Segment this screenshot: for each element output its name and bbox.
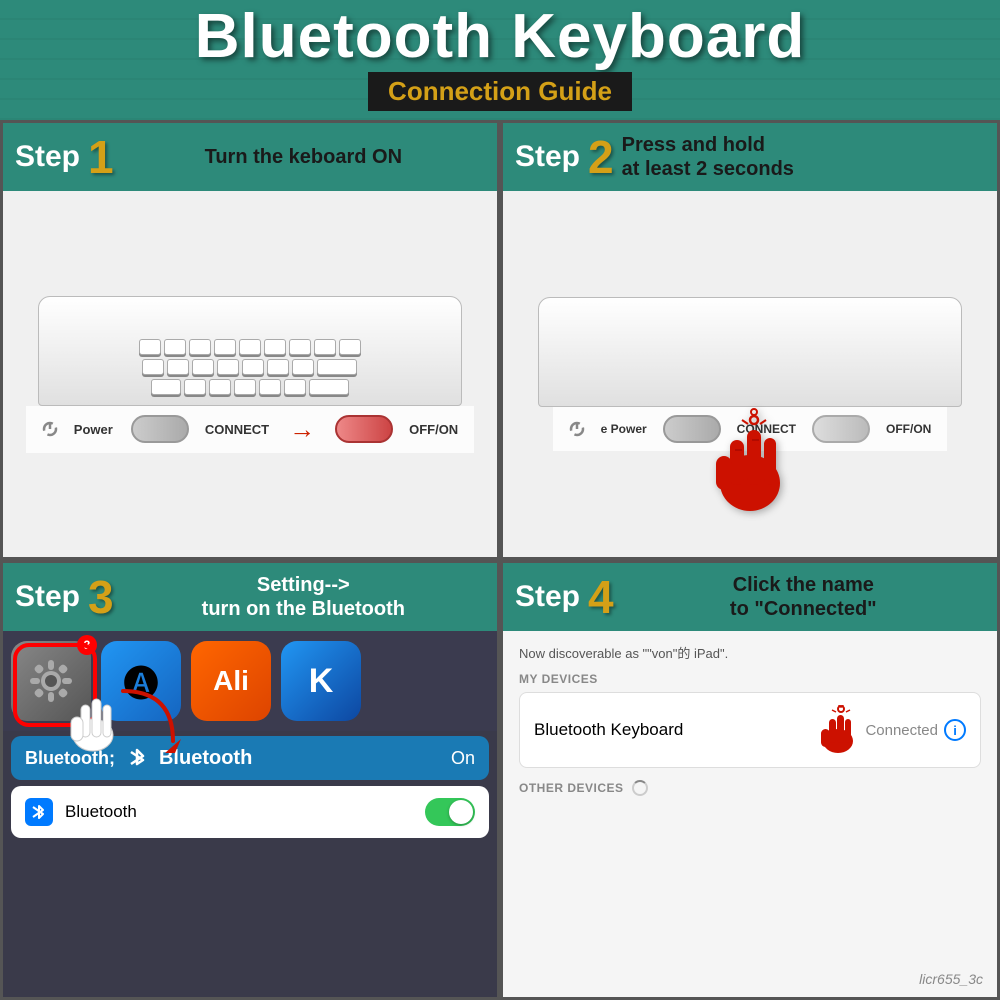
power-label: Power [74,422,113,437]
key [214,339,236,355]
step1-label: Step [15,140,80,174]
step4-desc: Click the name to "Connected" [622,573,985,621]
step1-desc: Turn the keboard ON [122,145,485,169]
power-icon-2 [569,421,585,437]
steps-grid: Step 1 Turn the keboard ON [0,120,1000,1000]
connect-label: CONNECT [205,422,269,437]
bluetooth-settings-row: Bluetooth [11,786,489,838]
key [339,339,361,355]
arrow-icon: → [289,414,315,445]
device-row[interactable]: Bluetooth Keyboard Connected i [519,692,981,768]
offon-label-2: OFF/ON [886,422,931,436]
header-section: Bluetooth Keyboard Connection Guide [0,0,1000,120]
step2-number: 2 [588,134,614,180]
keyboard-illustration-2 [538,297,963,407]
key [317,359,357,375]
step3-cell: Step 3 Setting--> turn on the Bluetooth [0,560,500,1000]
offon-switch-2 [812,415,870,443]
bluetooth-toggle[interactable] [425,798,475,826]
subtitle-box: Connection Guide [368,72,632,111]
connected-text: Connected [865,722,938,739]
step4-cell: Step 4 Click the name to "Connected" Now… [500,560,1000,1000]
step3-label: Step [15,580,80,614]
my-devices-label: MY DEVICES [519,672,981,686]
other-devices-label: OTHER DEVICES [519,780,981,796]
step2-bar: Step 2 Press and hold at least 2 seconds [503,123,997,191]
key [192,359,214,375]
power-label-2: e Power [601,422,647,436]
step3-bar: Step 3 Setting--> turn on the Bluetooth [3,563,497,631]
switch-row-1: Power CONNECT → OFF/ON [26,406,474,453]
keyboard-illustration-1 [38,296,463,406]
step1-number: 1 [88,134,114,180]
key [234,379,256,395]
step3-desc: Setting--> turn on the Bluetooth [122,573,485,621]
key [309,379,349,395]
subtitle-text: Connection Guide [388,76,612,106]
key [289,339,311,355]
key [292,359,314,375]
loading-spinner [632,780,648,796]
key [184,379,206,395]
discoverable-text: Now discoverable as ""von"的 iPad". [519,643,981,662]
settings-list: Bluetooth [11,786,489,838]
step4-label: Step [515,580,580,614]
click-hand-icon [815,705,861,755]
step4-bar: Step 4 Click the name to "Connected" [503,563,997,631]
step4-number: 4 [588,574,614,620]
step2-label: Step [515,140,580,174]
bluetooth-status: On [451,748,475,769]
key [284,379,306,395]
step1-bar: Step 1 Turn the keboard ON [3,123,497,191]
key [167,359,189,375]
key [164,339,186,355]
step2-content: e Power CONNECT OFF/ON [503,191,997,557]
step4-content: Now discoverable as ""von"的 iPad". MY DE… [503,631,997,997]
key [139,339,161,355]
key [242,359,264,375]
power-icon [42,421,58,437]
hand-clicking-icon [63,683,123,764]
press-hand-icon [700,398,800,537]
key [209,379,231,395]
step3-number: 3 [88,574,114,620]
bluetooth-settings-icon [25,798,53,826]
main-title: Bluetooth Keyboard [195,6,805,68]
key [259,379,281,395]
bluetooth-label: Bluetooth [159,747,439,770]
step2-cell: Step 2 Press and hold at least 2 seconds… [500,120,1000,560]
key [314,339,336,355]
offon-label: OFF/ON [409,422,458,437]
key [267,359,289,375]
k-app-icon: K [281,641,361,721]
connect-switch-off [131,415,189,443]
info-icon[interactable]: i [944,719,966,741]
step2-desc: Press and hold at least 2 seconds [622,133,985,181]
aliexpress-icon: Ali [191,641,271,721]
key [264,339,286,355]
key [239,339,261,355]
hand-click-svg [63,683,123,753]
key [189,339,211,355]
hand-svg [700,398,800,518]
step1-cell: Step 1 Turn the keboard ON [0,120,500,560]
key [151,379,181,395]
watermark: licr655_3c [919,971,983,987]
settings-bluetooth-label: Bluetooth [65,802,413,822]
key [217,359,239,375]
device-name: Bluetooth Keyboard [534,720,815,740]
key [142,359,164,375]
step3-content: 3 🅐 Ali K [3,631,497,997]
offon-switch [335,415,393,443]
step1-content: Power CONNECT → OFF/ON [3,191,497,557]
